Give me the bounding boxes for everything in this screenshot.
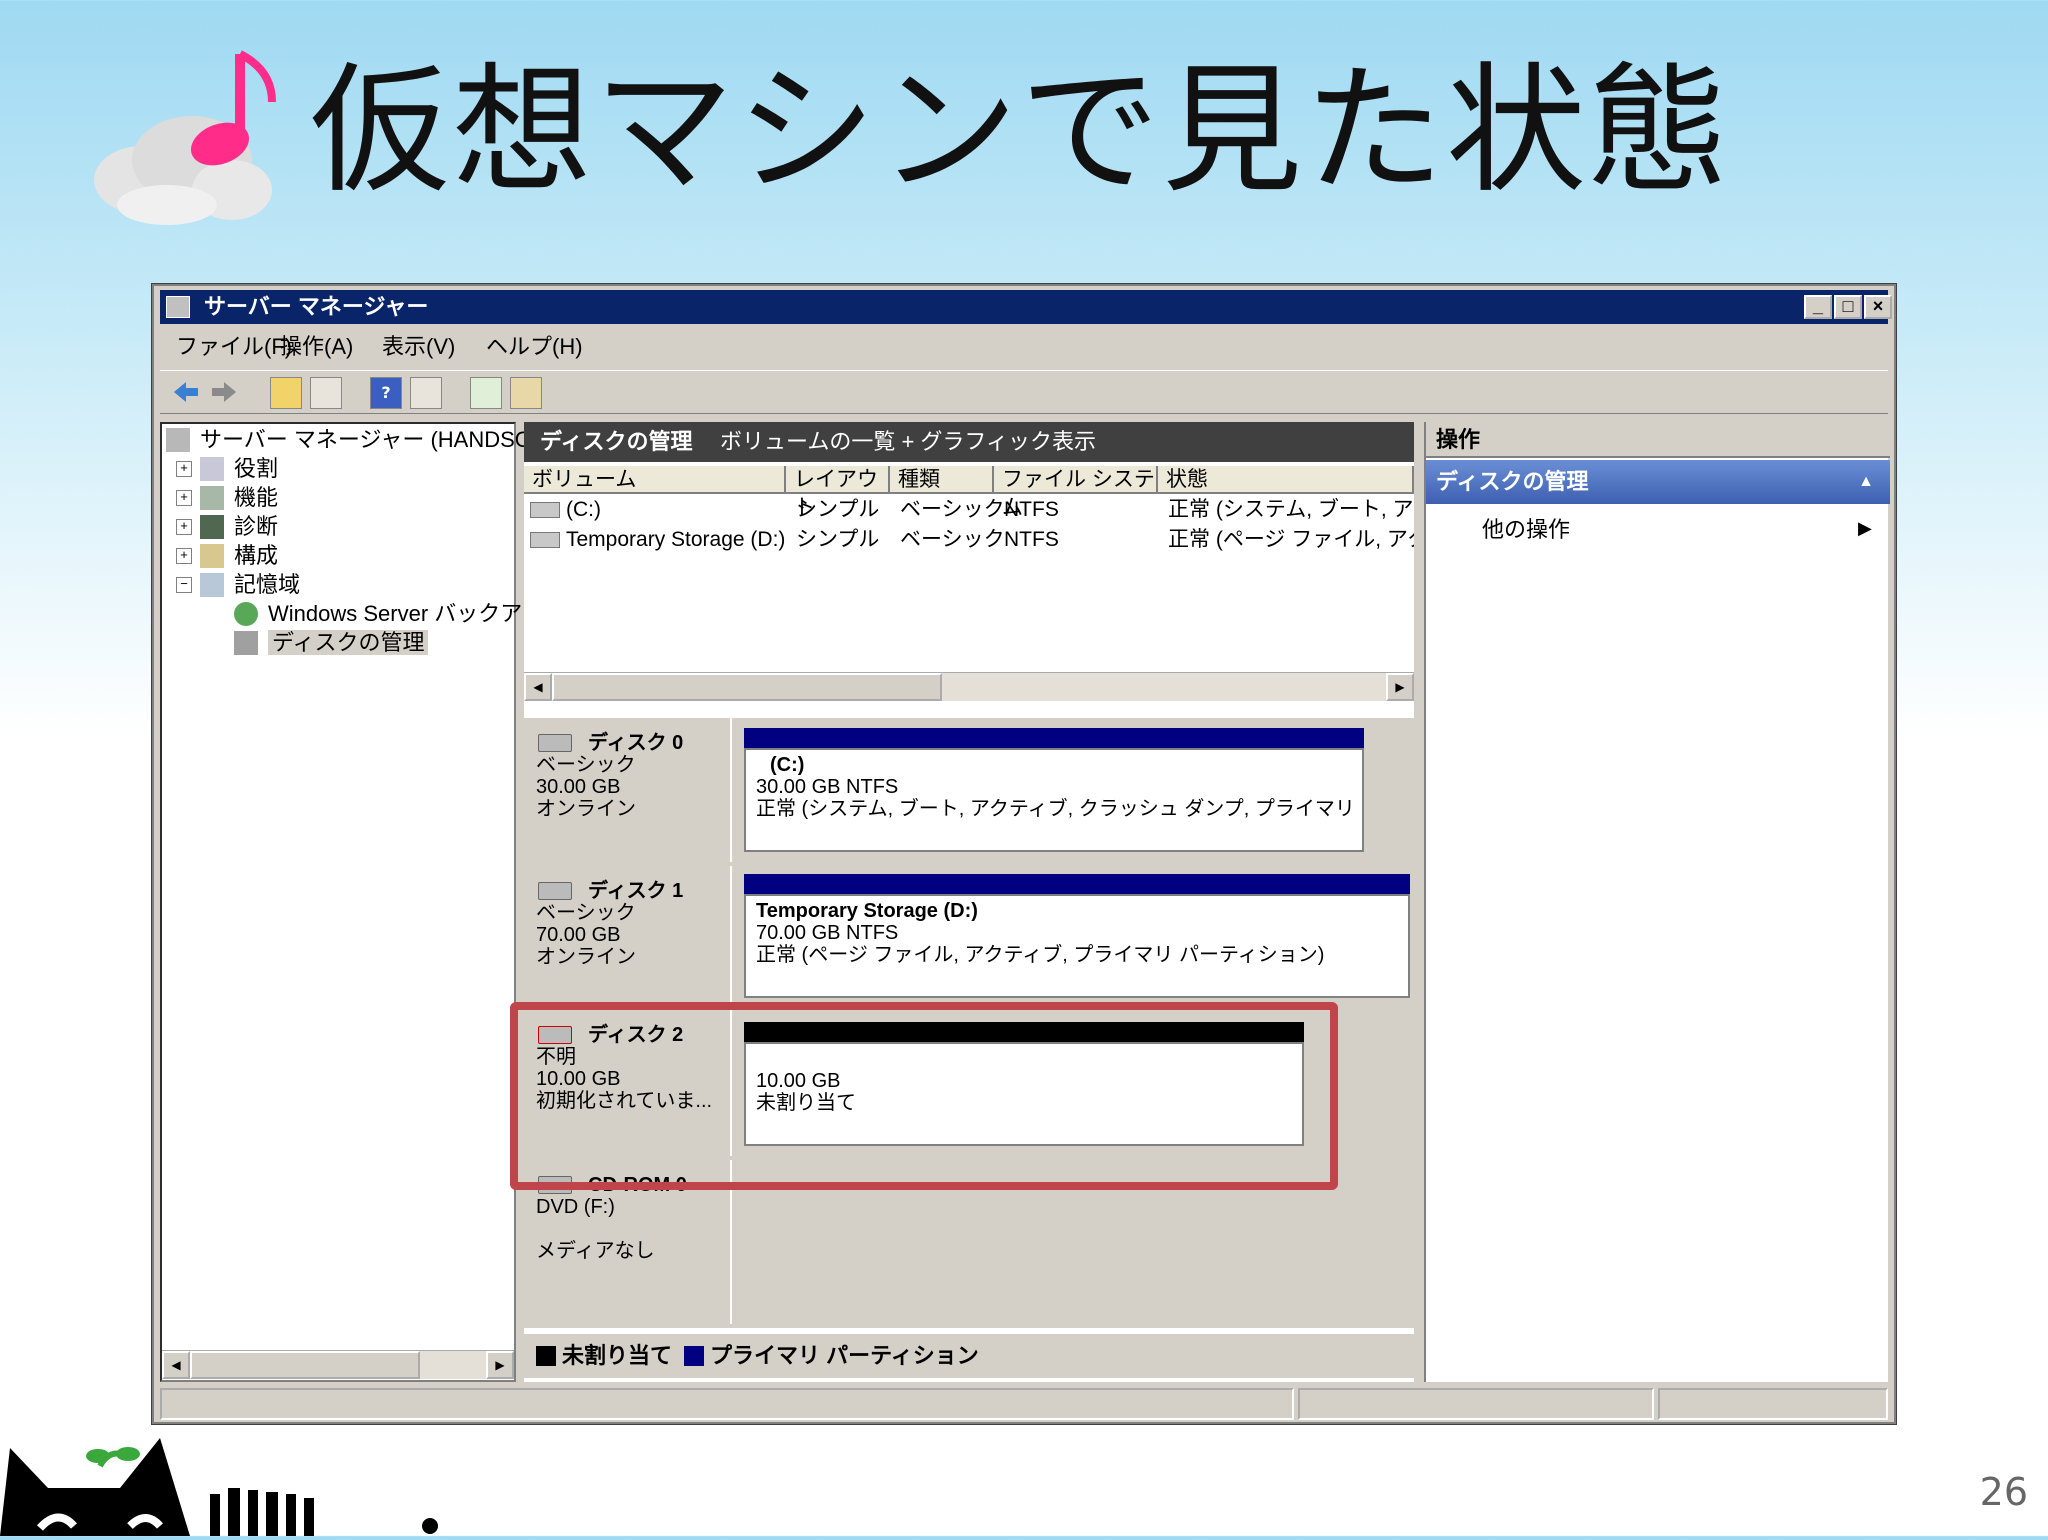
actions-section-disk-management[interactable]: ディスクの管理 ▲ bbox=[1426, 460, 1890, 504]
col-status[interactable]: 状態 bbox=[1158, 466, 1414, 494]
disk-1-info[interactable]: ディスク 1 ベーシック 70.00 GB オンライン bbox=[526, 866, 732, 1006]
console-tree-icon[interactable] bbox=[310, 377, 342, 409]
drive-icon bbox=[530, 532, 560, 548]
tree-item-configuration[interactable]: + 構成 bbox=[176, 542, 278, 570]
scroll-right-button[interactable]: ▶ bbox=[1386, 673, 1414, 701]
legend: 未割り当て プライマリ パーティション bbox=[524, 1334, 1414, 1378]
col-type[interactable]: 種類 bbox=[890, 466, 994, 494]
forward-icon[interactable] bbox=[210, 377, 240, 407]
features-icon bbox=[200, 486, 224, 510]
up-folder-icon[interactable] bbox=[270, 377, 302, 409]
status-cell bbox=[1658, 1388, 1888, 1420]
pane-title: ディスクの管理 bbox=[540, 429, 693, 454]
tree-horizontal-scrollbar[interactable]: ◀ ▶ bbox=[162, 1350, 514, 1379]
submenu-arrow-icon: ▶ bbox=[1858, 518, 1872, 538]
scroll-left-button[interactable]: ◀ bbox=[162, 1351, 190, 1379]
menu-file[interactable]: ファイル(F) bbox=[176, 328, 292, 366]
expand-icon[interactable]: + bbox=[176, 548, 192, 564]
disk-icon bbox=[538, 734, 572, 752]
maximize-button[interactable]: □ bbox=[1834, 295, 1862, 319]
roles-icon bbox=[200, 457, 224, 481]
backup-icon bbox=[234, 602, 258, 626]
refresh-icon[interactable] bbox=[470, 377, 502, 409]
action-pane-icon[interactable] bbox=[410, 377, 442, 409]
configuration-icon bbox=[200, 544, 224, 568]
tree-item-features[interactable]: + 機能 bbox=[176, 484, 278, 512]
minimize-button[interactable]: _ bbox=[1804, 295, 1832, 319]
menu-bar: ファイル(F) 操作(A) 表示(V) ヘルプ(H) bbox=[160, 328, 1888, 366]
primary-partition-bar bbox=[744, 874, 1410, 894]
scroll-right-button[interactable]: ▶ bbox=[486, 1351, 514, 1379]
disk-0-info[interactable]: ディスク 0 ベーシック 30.00 GB オンライン bbox=[526, 718, 732, 862]
window-titlebar[interactable]: サーバー マネージャー _ □ × bbox=[160, 290, 1892, 324]
cat-mascot-icon bbox=[0, 1408, 470, 1536]
disk-management-icon bbox=[234, 631, 258, 655]
expand-icon[interactable]: + bbox=[176, 490, 192, 506]
pane-header: ディスクの管理 ボリュームの一覧 + グラフィック表示 bbox=[524, 422, 1414, 462]
col-filesystem[interactable]: ファイル システム bbox=[994, 466, 1158, 519]
highlight-box bbox=[510, 1002, 1338, 1190]
window-title: サーバー マネージャー bbox=[204, 294, 429, 319]
pane-subtitle: ボリュームの一覧 + グラフィック表示 bbox=[720, 429, 1096, 454]
scroll-thumb[interactable] bbox=[552, 673, 942, 701]
legend-unallocated-swatch bbox=[536, 1346, 556, 1366]
console-tree: サーバー マネージャー (HANDSONY + 役割 + 機能 + 診断 + 構… bbox=[160, 422, 566, 1382]
disk-management-pane: ディスクの管理 ボリュームの一覧 + グラフィック表示 ボリューム レイアウト … bbox=[524, 422, 1414, 1382]
legend-primary: プライマリ パーティション bbox=[710, 1343, 979, 1368]
expand-icon[interactable]: + bbox=[176, 519, 192, 535]
collapse-icon[interactable]: − bbox=[176, 577, 192, 593]
music-note-cloud-icon bbox=[72, 40, 282, 230]
properties-icon[interactable] bbox=[510, 377, 542, 409]
volume-list: ボリューム レイアウト 種類 ファイル システム 状態 (C:) シンプル ベー… bbox=[524, 466, 1414, 706]
menu-view[interactable]: 表示(V) bbox=[382, 328, 455, 366]
legend-primary-swatch bbox=[684, 1346, 704, 1366]
server-icon bbox=[166, 428, 190, 452]
toolbar: ? bbox=[160, 370, 1888, 414]
tree-item-windows-server-backup[interactable]: Windows Server バックアップ bbox=[234, 600, 566, 628]
storage-icon bbox=[200, 573, 224, 597]
collapse-up-icon[interactable]: ▲ bbox=[1858, 460, 1874, 504]
tree-item-disk-management[interactable]: ディスクの管理 bbox=[234, 629, 429, 657]
menu-help[interactable]: ヘルプ(H) bbox=[486, 328, 583, 366]
tree-item-roles[interactable]: + 役割 bbox=[176, 455, 278, 483]
volume-c-partition[interactable]: (C:) 30.00 GB NTFS 正常 (システム, ブート, アクティブ,… bbox=[744, 748, 1364, 852]
scroll-thumb[interactable] bbox=[190, 1351, 420, 1379]
page-number: 26 bbox=[1979, 1470, 2028, 1514]
actions-pane: 操作 ディスクの管理 ▲ 他の操作 ▶ bbox=[1424, 422, 1890, 1382]
volume-d-partition[interactable]: Temporary Storage (D:) 70.00 GB NTFS 正常 … bbox=[744, 894, 1410, 998]
back-icon[interactable] bbox=[170, 377, 200, 407]
tree-item-diagnostics[interactable]: + 診断 bbox=[176, 513, 278, 541]
close-button[interactable]: × bbox=[1864, 295, 1892, 319]
tree-item-storage[interactable]: − 記憶域 bbox=[176, 571, 300, 599]
server-manager-window: サーバー マネージャー _ □ × ファイル(F) 操作(A) 表示(V) ヘル… bbox=[152, 284, 1896, 1424]
disk-icon bbox=[538, 882, 572, 900]
tree-root[interactable]: サーバー マネージャー (HANDSONY bbox=[166, 426, 562, 454]
col-volume[interactable]: ボリューム bbox=[524, 466, 786, 494]
menu-action[interactable]: 操作(A) bbox=[280, 328, 353, 366]
more-actions-item[interactable]: 他の操作 bbox=[1482, 512, 1570, 548]
volume-list-scrollbar[interactable]: ◀ ▶ bbox=[524, 672, 1414, 701]
expand-icon[interactable]: + bbox=[176, 461, 192, 477]
slide-title: 仮想マシンで見た状態 bbox=[310, 50, 1731, 213]
primary-partition-bar bbox=[744, 728, 1364, 748]
drive-icon bbox=[530, 502, 560, 518]
status-cell bbox=[1298, 1388, 1654, 1420]
legend-unallocated: 未割り当て bbox=[562, 1343, 673, 1368]
help-icon[interactable]: ? bbox=[370, 377, 402, 409]
diagnostics-icon bbox=[200, 515, 224, 539]
col-layout[interactable]: レイアウト bbox=[786, 466, 890, 519]
actions-header: 操作 bbox=[1426, 422, 1890, 458]
server-manager-app-icon bbox=[166, 296, 190, 318]
scroll-left-button[interactable]: ◀ bbox=[524, 673, 552, 701]
